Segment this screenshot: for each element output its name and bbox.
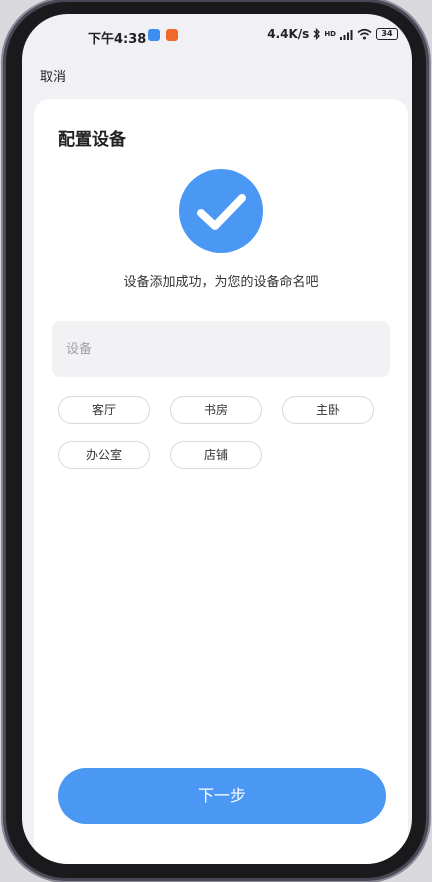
battery-icon: 34 — [376, 28, 398, 40]
bluetooth-icon — [313, 28, 321, 40]
app-badge-blue-icon — [148, 29, 160, 41]
status-indicators: 4.4K/s HD 34 — [267, 27, 398, 41]
next-step-button[interactable]: 下一步 — [58, 768, 386, 824]
network-speed: 4.4K/s — [267, 27, 310, 41]
check-circle-icon — [197, 194, 246, 230]
device-name-input[interactable] — [52, 321, 390, 377]
phone-screen: 下午4:38 4.4K/s HD 34 取消 配置设备 设备添加成功，为您的设备… — [22, 14, 412, 864]
stage: 下午4:38 4.4K/s HD 34 取消 配置设备 设备添加成功，为您的设备… — [0, 0, 432, 882]
room-chip-shop[interactable]: 店铺 — [170, 441, 262, 469]
configure-device-card: 配置设备 设备添加成功，为您的设备命名吧 客厅 书房 主卧 办公室 店铺 下一步 — [34, 99, 408, 864]
success-check-icon — [179, 169, 263, 253]
success-message: 设备添加成功，为您的设备命名吧 — [123, 275, 319, 290]
cancel-button[interactable]: 取消 — [40, 66, 66, 85]
room-chip-study[interactable]: 书房 — [170, 396, 262, 424]
cellular-signal-icon — [340, 29, 353, 40]
room-chip-office[interactable]: 办公室 — [58, 441, 150, 469]
network-type: HD — [324, 29, 336, 38]
status-bar: 下午4:38 4.4K/s HD 34 — [22, 14, 412, 58]
status-time: 下午4:38 — [88, 32, 147, 47]
page-title: 配置设备 — [58, 130, 126, 150]
wifi-icon — [357, 28, 372, 40]
room-chip-master-bedroom[interactable]: 主卧 — [282, 396, 374, 424]
app-badge-orange-icon — [166, 29, 178, 41]
room-chip-living-room[interactable]: 客厅 — [58, 396, 150, 424]
